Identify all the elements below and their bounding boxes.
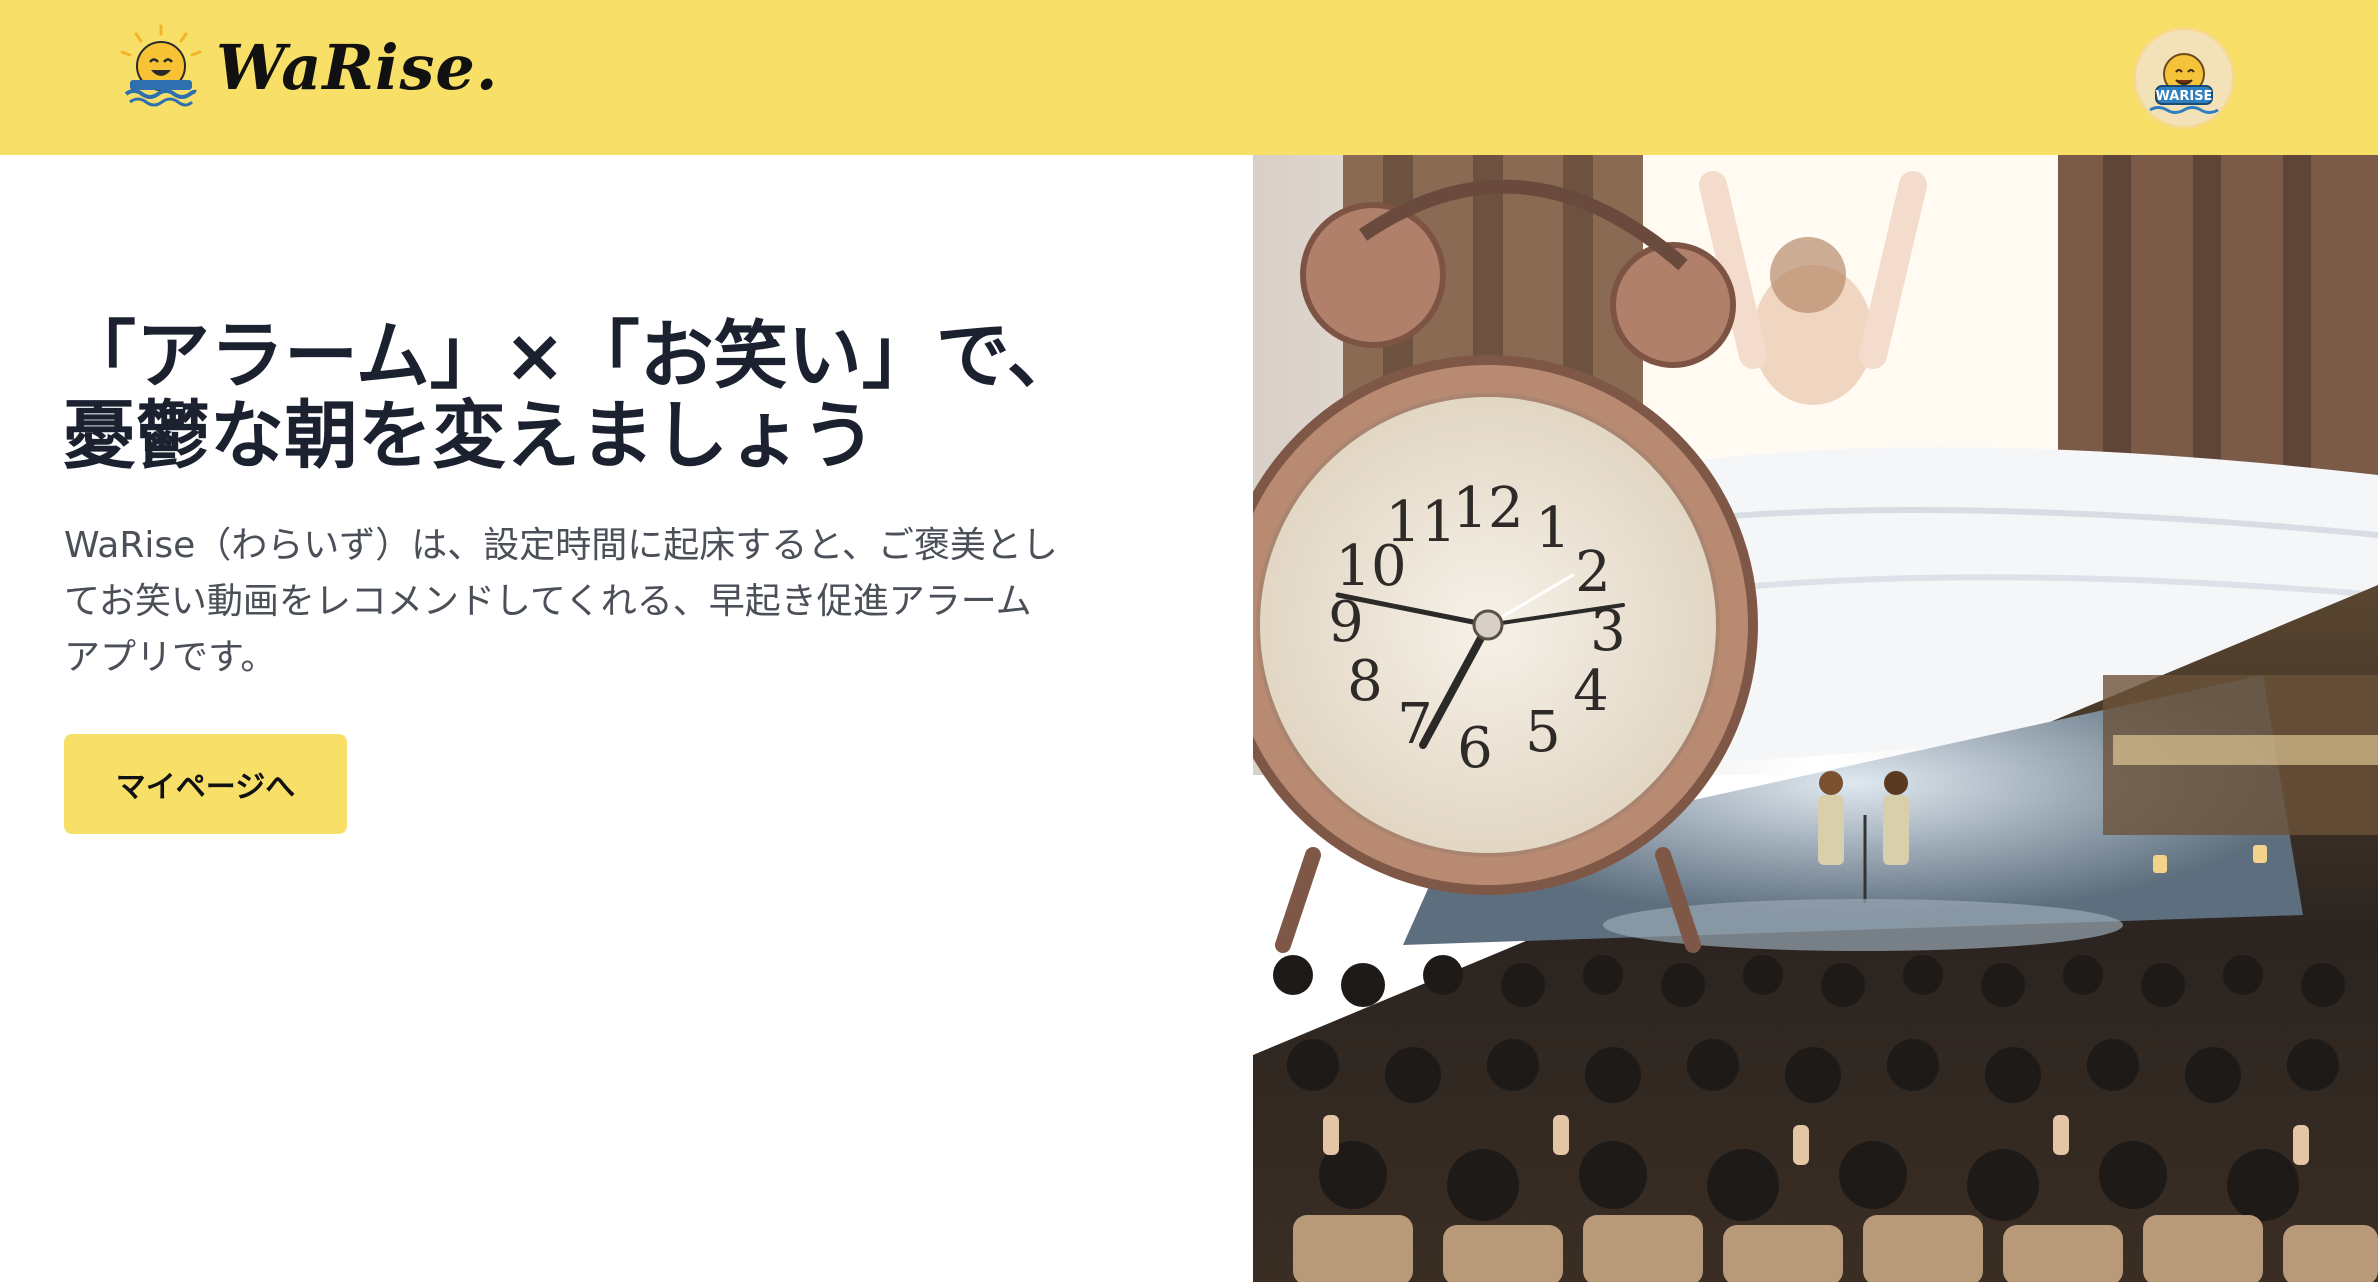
- site-header: WaRise. WARISE: [0, 0, 2378, 155]
- logo-text: WaRise.: [216, 30, 499, 104]
- hero-description: WaRise（わらいず）は、設定時間に起床すると、ご褒美としてお笑い動画をレコメ…: [64, 525, 1058, 678]
- svg-text:4: 4: [1573, 659, 1609, 724]
- sun-smile-boat-icon: [120, 24, 202, 107]
- svg-text:8: 8: [1347, 649, 1383, 714]
- hero-illustration: 12 1 2 3 4 5 6 7 8 9 10 11: [1253, 155, 2378, 1282]
- svg-text:2: 2: [1575, 540, 1611, 605]
- svg-text:11: 11: [1385, 490, 1456, 555]
- avatar[interactable]: WARISE: [2136, 30, 2232, 126]
- svg-text:1: 1: [1535, 496, 1571, 561]
- mypage-button[interactable]: マイページへ: [64, 734, 347, 834]
- warise-badge-icon: WARISE: [2138, 32, 2230, 124]
- hero-headline: 「アラーム」×「お笑い」で、 憂鬱な朝を変えましょう: [62, 316, 1212, 476]
- hero-image: 12 1 2 3 4 5 6 7 8 9 10 11: [1253, 155, 2378, 1282]
- hero-headline-line-2: 憂鬱な朝を変えましょう: [62, 393, 876, 479]
- svg-text:5: 5: [1525, 700, 1561, 765]
- logo[interactable]: WaRise.: [118, 22, 498, 112]
- svg-text:WARISE: WARISE: [2156, 89, 2213, 104]
- svg-text:7: 7: [1397, 692, 1433, 757]
- svg-text:6: 6: [1457, 716, 1493, 781]
- svg-text:12: 12: [1452, 476, 1523, 541]
- hero-headline-line-1: 「アラーム」×「お笑い」で、: [62, 313, 1081, 399]
